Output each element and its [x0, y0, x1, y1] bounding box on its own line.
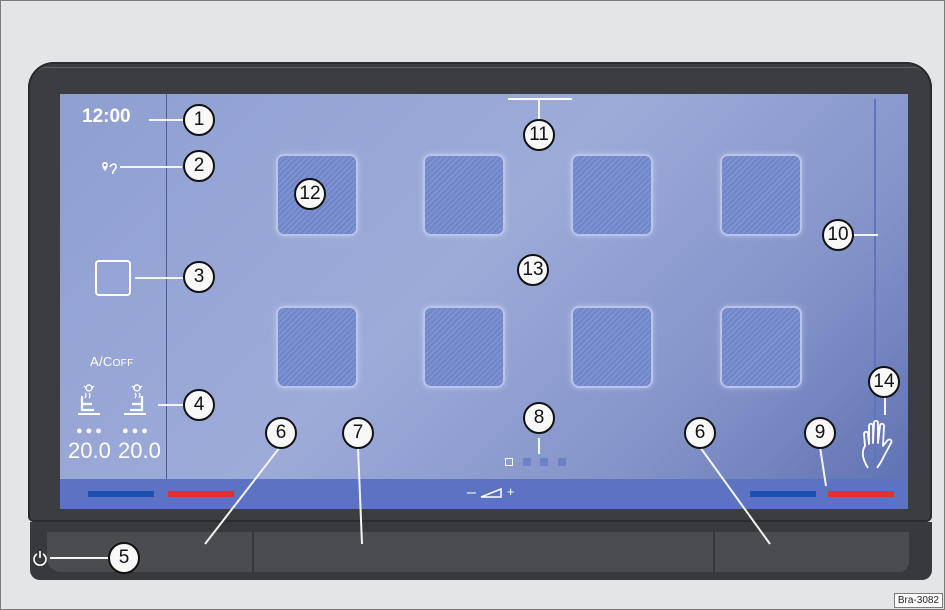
callout-10: 10: [822, 219, 854, 251]
callout-3: 3: [183, 261, 215, 293]
callout-6-right: 6: [684, 417, 716, 449]
callout-12: 12: [294, 178, 326, 210]
callout-1: 1: [183, 104, 215, 136]
infotainment-diagram: 12:00 A/COFF ●●● ●●● 20.0 20.0 – + 1 2 3…: [0, 0, 945, 610]
leader-lines-diagonal: [204, 446, 827, 545]
callout-6-left: 6: [265, 417, 297, 449]
callout-14: 14: [868, 366, 900, 398]
callout-7: 7: [342, 417, 374, 449]
callout-11: 11: [523, 119, 555, 151]
callout-2: 2: [183, 150, 215, 182]
callout-5: 5: [108, 542, 140, 574]
callout-8: 8: [523, 402, 555, 434]
callout-9: 9: [804, 417, 836, 449]
callout-13: 13: [517, 254, 549, 286]
figure-id: Bra-3082: [893, 593, 943, 608]
callout-4: 4: [183, 389, 215, 421]
